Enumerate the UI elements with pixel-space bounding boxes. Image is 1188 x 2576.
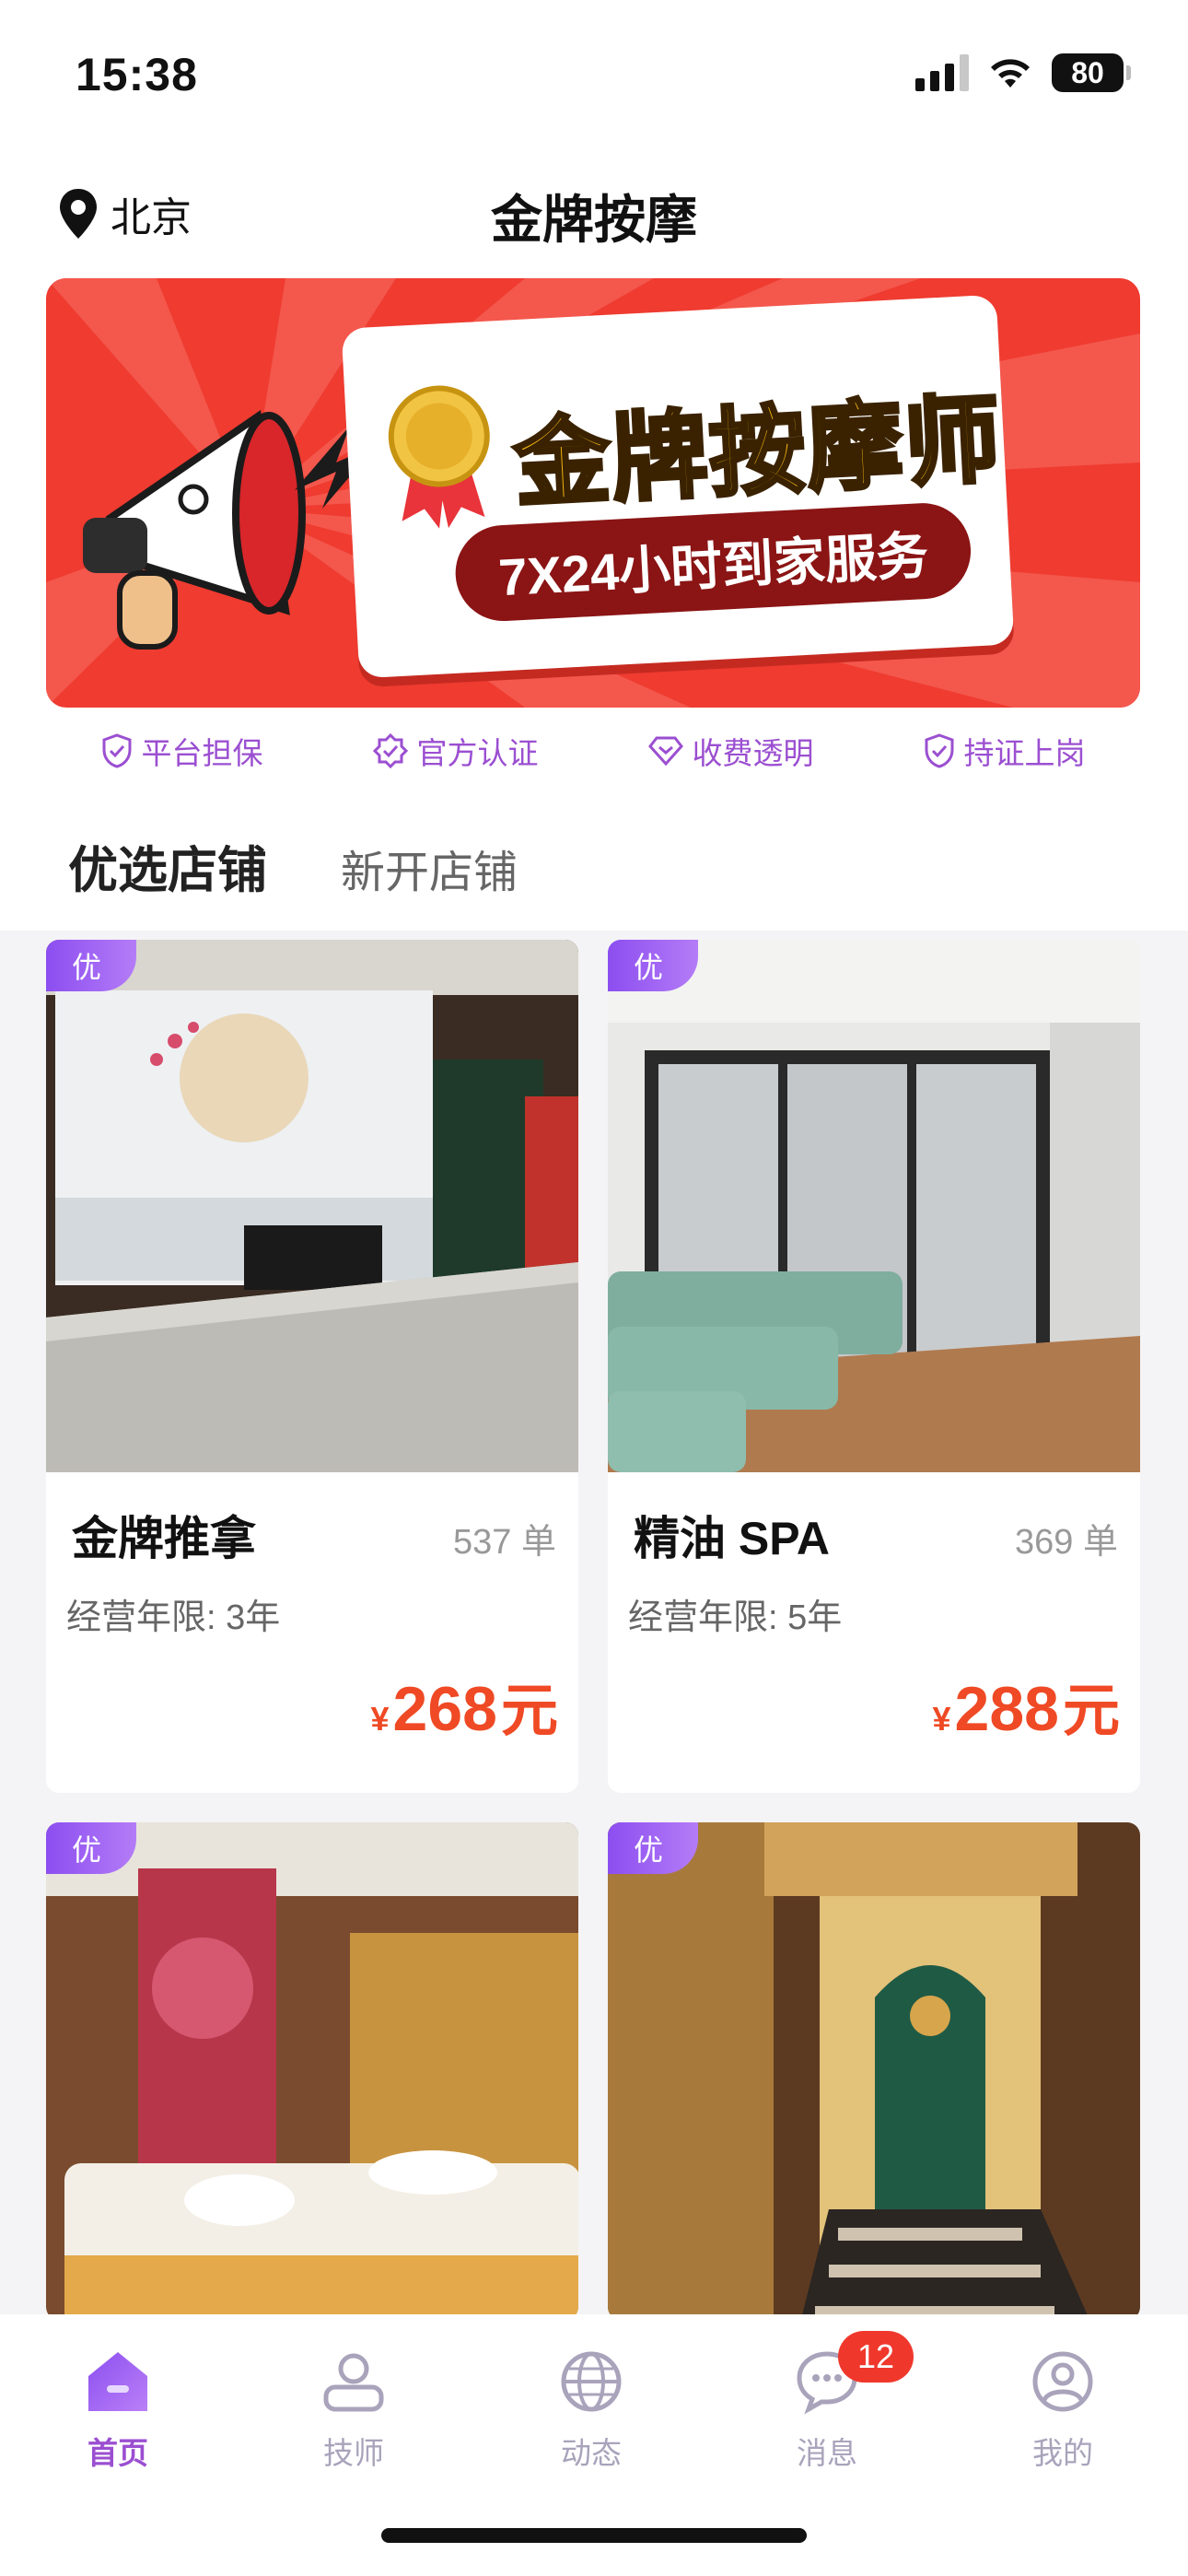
status-bar: 15:38 80 <box>0 0 1188 147</box>
certified-badge-icon <box>372 733 408 768</box>
guarantee-label: 收费透明 <box>692 736 814 770</box>
guarantee-item: 平台担保 <box>101 728 263 774</box>
tab-featured-shops[interactable]: 优选店铺 <box>68 829 267 902</box>
tab-technicians[interactable]: 技师 <box>280 2340 427 2473</box>
page-title: 金牌按摩 <box>491 191 697 249</box>
shop-tabs: 优选店铺 新开店铺 <box>68 829 518 902</box>
wifi-icon <box>991 59 1030 88</box>
status-time: 15:38 <box>76 49 198 100</box>
shop-card[interactable]: 优 金牌推拿 537 单 经营年限: 3年 ¥ 268 元 <box>46 940 578 1793</box>
status-indicators: 80 <box>915 53 1131 92</box>
shop-card[interactable]: 优 精油 SPA 369 单 经营年限: 5年 ¥ 288 元 <box>608 940 1140 1793</box>
shop-photo: 优 <box>46 1822 578 2320</box>
guarantee-label: 平台担保 <box>141 736 263 770</box>
shop-price: ¥ 268 元 <box>370 1664 558 1747</box>
shop-price: ¥ 288 元 <box>932 1664 1120 1747</box>
currency-symbol: ¥ <box>370 1700 390 1738</box>
shield-check-icon <box>102 733 131 768</box>
banner-card: 金牌按摩师 7X24小时到家服务 <box>341 294 1015 679</box>
price-value: 288 <box>954 1674 1059 1744</box>
home-icon <box>44 2340 192 2423</box>
person-icon <box>280 2340 427 2423</box>
shop-card[interactable]: 优 <box>608 1822 1140 2320</box>
featured-badge: 优 <box>46 1822 136 1874</box>
unread-badge: 12 <box>838 2331 914 2383</box>
currency-symbol: ¥ <box>932 1700 951 1738</box>
shop-photo: 优 <box>46 940 578 1472</box>
shop-card[interactable]: 优 <box>46 1822 578 2320</box>
guarantee-row: 平台担保 官方认证 收费透明 持证上岗 <box>46 728 1140 774</box>
tab-label: 动态 <box>561 2436 622 2470</box>
profile-circle-icon <box>989 2340 1136 2423</box>
battery-icon: 80 <box>1052 53 1131 92</box>
home-indicator <box>381 2528 807 2543</box>
globe-icon <box>518 2340 665 2423</box>
gold-medal-icon <box>388 385 490 529</box>
price-unit: 元 <box>500 1680 558 1743</box>
shop-photo: 优 <box>608 940 1140 1472</box>
promo-banner[interactable]: 金牌按摩师 7X24小时到家服务 <box>46 278 1140 708</box>
tab-messages[interactable]: 12 消息 <box>753 2331 914 2473</box>
tab-profile[interactable]: 我的 <box>989 2340 1136 2473</box>
tab-feed[interactable]: 动态 <box>518 2340 665 2473</box>
featured-badge: 优 <box>46 940 136 991</box>
order-count: 369 单 <box>1015 1523 1118 1562</box>
business-years: 经营年限: 5年 <box>628 1598 843 1637</box>
tab-home[interactable]: 首页 <box>44 2340 192 2473</box>
shield-check-icon <box>925 733 953 768</box>
tab-label: 技师 <box>323 2436 384 2470</box>
price-value: 268 <box>392 1674 497 1744</box>
nav-bar: 北京 金牌按摩 <box>0 147 1188 267</box>
guarantee-label: 持证上岗 <box>963 736 1086 770</box>
tab-label: 首页 <box>87 2436 148 2470</box>
tab-new-shops[interactable]: 新开店铺 <box>341 836 518 900</box>
banner-title: 金牌按摩师 <box>510 385 1007 521</box>
guarantee-item: 持证上岗 <box>924 728 1086 774</box>
cellular-signal-icon <box>915 54 969 91</box>
price-unit: 元 <box>1062 1680 1120 1743</box>
tab-label: 消息 <box>797 2436 857 2470</box>
business-years: 经营年限: 3年 <box>66 1598 281 1637</box>
featured-badge: 优 <box>608 1822 698 1874</box>
diamond-icon <box>647 736 683 767</box>
tab-label: 我的 <box>1032 2436 1093 2470</box>
guarantee-item: 收费透明 <box>647 728 814 774</box>
shop-photo: 优 <box>608 1822 1140 2320</box>
shop-name: 精油 SPA <box>634 1513 830 1564</box>
featured-badge: 优 <box>608 940 698 991</box>
guarantee-item: 官方认证 <box>372 728 539 774</box>
order-count: 537 单 <box>453 1523 556 1562</box>
guarantee-label: 官方认证 <box>416 736 539 770</box>
shop-name: 金牌推拿 <box>72 1513 256 1564</box>
